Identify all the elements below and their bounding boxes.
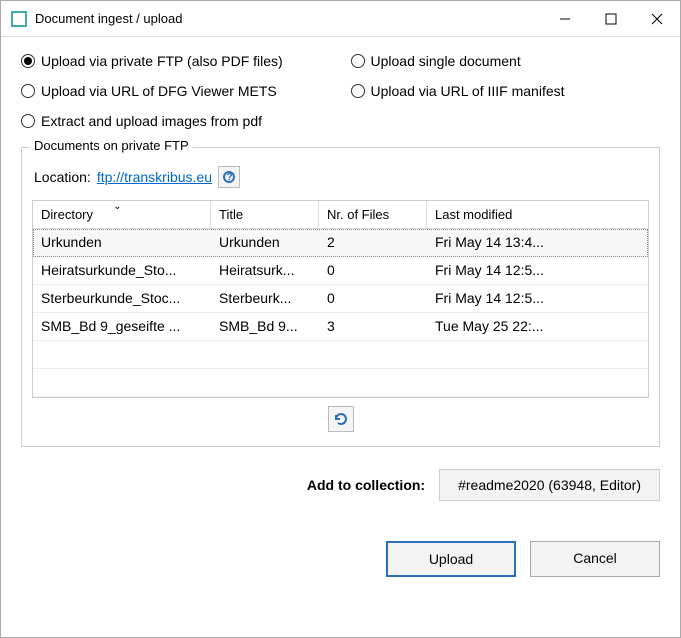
col-files[interactable]: Nr. of Files (319, 201, 427, 228)
help-button[interactable]: ? (218, 166, 240, 188)
ftp-group: Documents on private FTP Location: ftp:/… (21, 147, 660, 447)
ftp-group-title: Documents on private FTP (30, 138, 193, 153)
cell-files: 3 (319, 313, 427, 340)
radio-single-label: Upload single document (371, 53, 521, 69)
radio-dfg[interactable]: Upload via URL of DFG Viewer METS (21, 83, 331, 99)
radio-pdf[interactable]: Extract and upload images from pdf (21, 113, 331, 129)
minimize-button[interactable] (542, 1, 588, 36)
radio-ftp-label: Upload via private FTP (also PDF files) (41, 53, 283, 69)
table-row[interactable]: SMB_Bd 9_geseifte ... SMB_Bd 9... 3 Tue … (33, 313, 648, 341)
collection-label: Add to collection: (307, 477, 425, 493)
cell-modified: Fri May 14 12:5... (427, 285, 648, 312)
radio-icon (21, 114, 35, 128)
cell-directory: Sterbeurkunde_Stoc... (33, 285, 211, 312)
location-label: Location: (34, 169, 91, 185)
window-title: Document ingest / upload (35, 11, 542, 26)
table-body: Urkunden Urkunden 2 Fri May 14 13:4... H… (33, 229, 648, 397)
table-row-empty (33, 341, 648, 369)
location-row: Location: ftp://transkribus.eu ? (34, 166, 649, 188)
dialog-content: Upload via private FTP (also PDF files) … (1, 37, 680, 587)
radio-icon (351, 84, 365, 98)
dialog-buttons: Upload Cancel (21, 541, 660, 577)
cell-title: Urkunden (211, 229, 319, 256)
sort-caret-icon: ⌄ (113, 201, 121, 212)
table-header: Directory ⌄ Title Nr. of Files Last modi… (33, 201, 648, 229)
cell-files: 0 (319, 285, 427, 312)
radio-single[interactable]: Upload single document (351, 53, 661, 69)
cancel-button[interactable]: Cancel (530, 541, 660, 577)
table-row[interactable]: Urkunden Urkunden 2 Fri May 14 13:4... (33, 229, 648, 257)
refresh-button[interactable] (328, 406, 354, 432)
cell-files: 0 (319, 257, 427, 284)
cell-directory: SMB_Bd 9_geseifte ... (33, 313, 211, 340)
radio-iiif[interactable]: Upload via URL of IIIF manifest (351, 83, 661, 99)
window-controls (542, 1, 680, 36)
table-row-empty (33, 369, 648, 397)
ftp-table: Directory ⌄ Title Nr. of Files Last modi… (32, 200, 649, 398)
cell-modified: Fri May 14 13:4... (427, 229, 648, 256)
radio-dfg-label: Upload via URL of DFG Viewer METS (41, 83, 277, 99)
maximize-button[interactable] (588, 1, 634, 36)
collection-selector[interactable]: #readme2020 (63948, Editor) (439, 469, 660, 501)
radio-pdf-label: Extract and upload images from pdf (41, 113, 262, 129)
cell-directory: Heiratsurkunde_Sto... (33, 257, 211, 284)
radio-icon (351, 54, 365, 68)
col-directory-label: Directory (41, 207, 93, 222)
location-link[interactable]: ftp://transkribus.eu (97, 169, 212, 185)
cell-directory: Urkunden (33, 229, 211, 256)
close-button[interactable] (634, 1, 680, 36)
app-icon (11, 11, 27, 27)
table-row[interactable]: Sterbeurkunde_Stoc... Sterbeurk... 0 Fri… (33, 285, 648, 313)
cell-files: 2 (319, 229, 427, 256)
collection-row: Add to collection: #readme2020 (63948, E… (21, 469, 660, 501)
radio-iiif-label: Upload via URL of IIIF manifest (371, 83, 565, 99)
svg-text:?: ? (227, 172, 233, 183)
cell-title: Sterbeurk... (211, 285, 319, 312)
radio-icon (21, 84, 35, 98)
titlebar: Document ingest / upload (1, 1, 680, 37)
cell-title: Heiratsurk... (211, 257, 319, 284)
col-title[interactable]: Title (211, 201, 319, 228)
col-directory[interactable]: Directory ⌄ (33, 201, 211, 228)
col-modified[interactable]: Last modified (427, 201, 648, 228)
radio-ftp[interactable]: Upload via private FTP (also PDF files) (21, 53, 331, 69)
refresh-row (32, 398, 649, 436)
upload-mode-radios: Upload via private FTP (also PDF files) … (21, 53, 660, 129)
cell-title: SMB_Bd 9... (211, 313, 319, 340)
cell-modified: Tue May 25 22:... (427, 313, 648, 340)
table-row[interactable]: Heiratsurkunde_Sto... Heiratsurk... 0 Fr… (33, 257, 648, 285)
cell-modified: Fri May 14 12:5... (427, 257, 648, 284)
upload-button[interactable]: Upload (386, 541, 516, 577)
radio-icon (21, 54, 35, 68)
